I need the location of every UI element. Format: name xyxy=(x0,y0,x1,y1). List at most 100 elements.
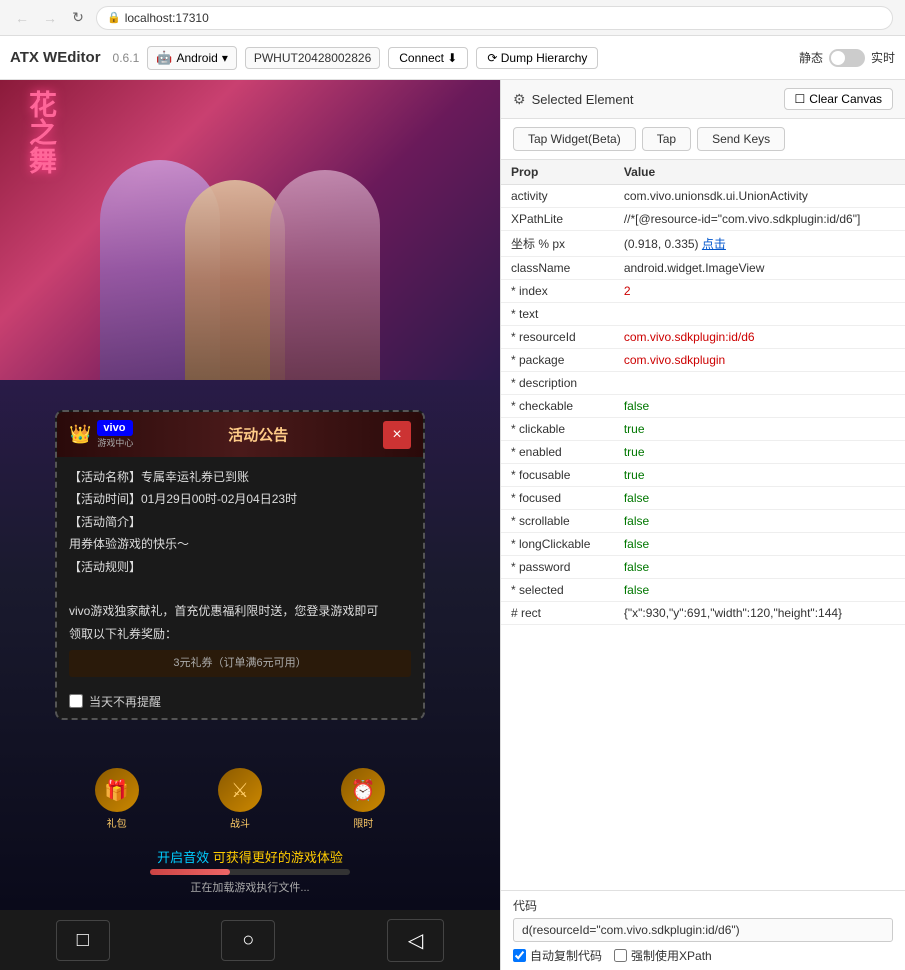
prop-cell: XPathLite xyxy=(501,208,614,231)
crown-icon: 👑 xyxy=(69,424,91,445)
loading-area: 正在加载游戏执行文件... xyxy=(0,869,500,895)
right-panel-header: ⚙ Selected Element ☐ Clear Canvas xyxy=(501,80,905,119)
selected-element-text: Selected Element xyxy=(532,92,634,107)
tap-widget-label: Tap Widget(Beta) xyxy=(528,132,621,146)
prop-cell: * index xyxy=(501,280,614,303)
value-cell[interactable]: (0.918, 0.335) 点击 xyxy=(614,231,905,257)
force-xpath-label: 强制使用XPath xyxy=(631,947,712,964)
table-row: * passwordfalse xyxy=(501,556,905,579)
prop-cell: * enabled xyxy=(501,441,614,464)
popup-title: 活动公告 xyxy=(133,424,383,445)
character-3 xyxy=(270,170,380,380)
table-row: activitycom.vivo.unionsdk.ui.UnionActivi… xyxy=(501,185,905,208)
audio-banner: 开启音效 可获得更好的游戏体验 xyxy=(0,843,500,870)
popup-line-4: 用券体验游戏的快乐～ xyxy=(69,534,411,554)
action-buttons-bar: Tap Widget(Beta) Tap Send Keys xyxy=(501,119,905,160)
table-row: * scrollablefalse xyxy=(501,510,905,533)
forward-nav-button[interactable]: → xyxy=(40,8,60,28)
no-remind-checkbox[interactable] xyxy=(69,694,83,708)
clear-canvas-button[interactable]: ☐ Clear Canvas xyxy=(784,88,893,110)
lock-icon: 🔒 xyxy=(107,11,121,24)
value-cell: com.vivo.sdkplugin:id/d6 xyxy=(614,326,905,349)
settings-icon: ⚙ xyxy=(513,91,526,108)
popup-header: 👑 vivo 游戏中心 活动公告 × xyxy=(57,412,423,457)
vivo-logo: vivo 游戏中心 xyxy=(97,420,133,449)
right-panel: ⚙ Selected Element ☐ Clear Canvas Tap Wi… xyxy=(500,80,905,970)
back-nav-system-button[interactable]: ◁ xyxy=(387,919,444,962)
popup-line-8: 领取以下礼券奖励： xyxy=(69,624,411,644)
prop-cell: 坐标 % px xyxy=(501,231,614,257)
device-selector[interactable]: PWHUT20428002826 xyxy=(245,47,380,69)
icon-battle[interactable]: ⚔ 战斗 xyxy=(218,768,262,830)
prop-cell: className xyxy=(501,257,614,280)
game-title: 花之舞 xyxy=(20,90,60,174)
app-version: 0.6.1 xyxy=(113,51,140,65)
popup-checkbox-area: 当天不再提醒 xyxy=(57,687,423,718)
device-screen[interactable]: 花之舞 👑 vivo 游戏中心 活动公 xyxy=(0,80,500,910)
value-cell: false xyxy=(614,579,905,602)
table-row: * longClickablefalse xyxy=(501,533,905,556)
send-keys-button[interactable]: Send Keys xyxy=(697,127,785,151)
realtime-toggle[interactable] xyxy=(829,49,865,67)
popup-line-5: 【活动规则】 xyxy=(69,557,411,577)
value-column-header: Value xyxy=(614,160,905,185)
popup-close-button[interactable]: × xyxy=(383,421,411,449)
limited-icon-circle: ⏰ xyxy=(341,768,385,812)
icon-gift[interactable]: 🎁 礼包 xyxy=(95,768,139,830)
circle-nav-button[interactable]: ○ xyxy=(221,920,275,961)
clear-canvas-checkbox-icon: ☐ xyxy=(795,92,806,106)
coordinate-link[interactable]: 点击 xyxy=(702,237,726,251)
value-cell: false xyxy=(614,395,905,418)
tap-widget-button[interactable]: Tap Widget(Beta) xyxy=(513,127,636,151)
icon-limited[interactable]: ⏰ 限时 xyxy=(341,768,385,830)
battle-label: 战斗 xyxy=(230,815,250,830)
platform-button[interactable]: 🤖 Android ▾ xyxy=(147,46,237,70)
value-cell: 2 xyxy=(614,280,905,303)
device-panel: 花之舞 👑 vivo 游戏中心 活动公 xyxy=(0,80,500,970)
table-row: * checkablefalse xyxy=(501,395,905,418)
bottom-icons: 🎁 礼包 ⚔ 战斗 ⏰ 限时 xyxy=(55,768,425,830)
force-xpath-checkbox-item: 强制使用XPath xyxy=(614,947,712,964)
platform-dropdown-icon: ▾ xyxy=(222,51,228,65)
system-nav-bar: □ ○ ◁ xyxy=(0,910,500,970)
no-remind-label: 当天不再提醒 xyxy=(89,693,161,710)
reload-nav-button[interactable]: ↻ xyxy=(68,8,88,28)
table-row: * enabledtrue xyxy=(501,441,905,464)
auto-copy-checkbox[interactable] xyxy=(513,949,526,962)
prop-cell: * selected xyxy=(501,579,614,602)
main-layout: 花之舞 👑 vivo 游戏中心 活动公 xyxy=(0,80,905,970)
code-section: 代码 自动复制代码 强制使用XPath xyxy=(501,890,905,970)
prop-cell: # rect xyxy=(501,602,614,625)
square-nav-button[interactable]: □ xyxy=(56,920,110,961)
vivo-subtitle: 游戏中心 xyxy=(97,436,133,449)
connect-label: Connect ⬇ xyxy=(399,51,457,65)
tap-label: Tap xyxy=(657,132,676,146)
browser-bar: ← → ↻ 🔒 localhost:17310 xyxy=(0,0,905,36)
value-cell: //*[@resource-id="com.vivo.sdkplugin:id/… xyxy=(614,208,905,231)
url-text: localhost:17310 xyxy=(125,11,209,25)
prop-cell: * focusable xyxy=(501,464,614,487)
dump-hierarchy-button[interactable]: ⟳ Dump Hierarchy xyxy=(476,47,598,69)
table-row: * focusedfalse xyxy=(501,487,905,510)
platform-label: Android xyxy=(176,51,217,65)
value-cell: android.widget.ImageView xyxy=(614,257,905,280)
audio-highlight: 开启音效 xyxy=(157,850,209,865)
address-bar[interactable]: 🔒 localhost:17310 xyxy=(96,6,893,30)
gift-label: 礼包 xyxy=(107,815,127,830)
prop-cell: * password xyxy=(501,556,614,579)
selected-element-label: ⚙ Selected Element xyxy=(513,91,633,108)
force-xpath-checkbox[interactable] xyxy=(614,949,627,962)
value-cell: false xyxy=(614,487,905,510)
back-nav-button[interactable]: ← xyxy=(12,8,32,28)
table-row: * clickabletrue xyxy=(501,418,905,441)
code-input[interactable] xyxy=(513,918,893,942)
table-row: * packagecom.vivo.sdkplugin xyxy=(501,349,905,372)
prop-cell: * scrollable xyxy=(501,510,614,533)
table-row: 坐标 % px(0.918, 0.335) 点击 xyxy=(501,231,905,257)
android-icon: 🤖 xyxy=(156,50,172,66)
prop-cell: * focused xyxy=(501,487,614,510)
app-header: ATX WEditor 0.6.1 🤖 Android ▾ PWHUT20428… xyxy=(0,36,905,80)
connect-button[interactable]: Connect ⬇ xyxy=(388,47,468,69)
table-row: * focusabletrue xyxy=(501,464,905,487)
tap-button[interactable]: Tap xyxy=(642,127,691,151)
